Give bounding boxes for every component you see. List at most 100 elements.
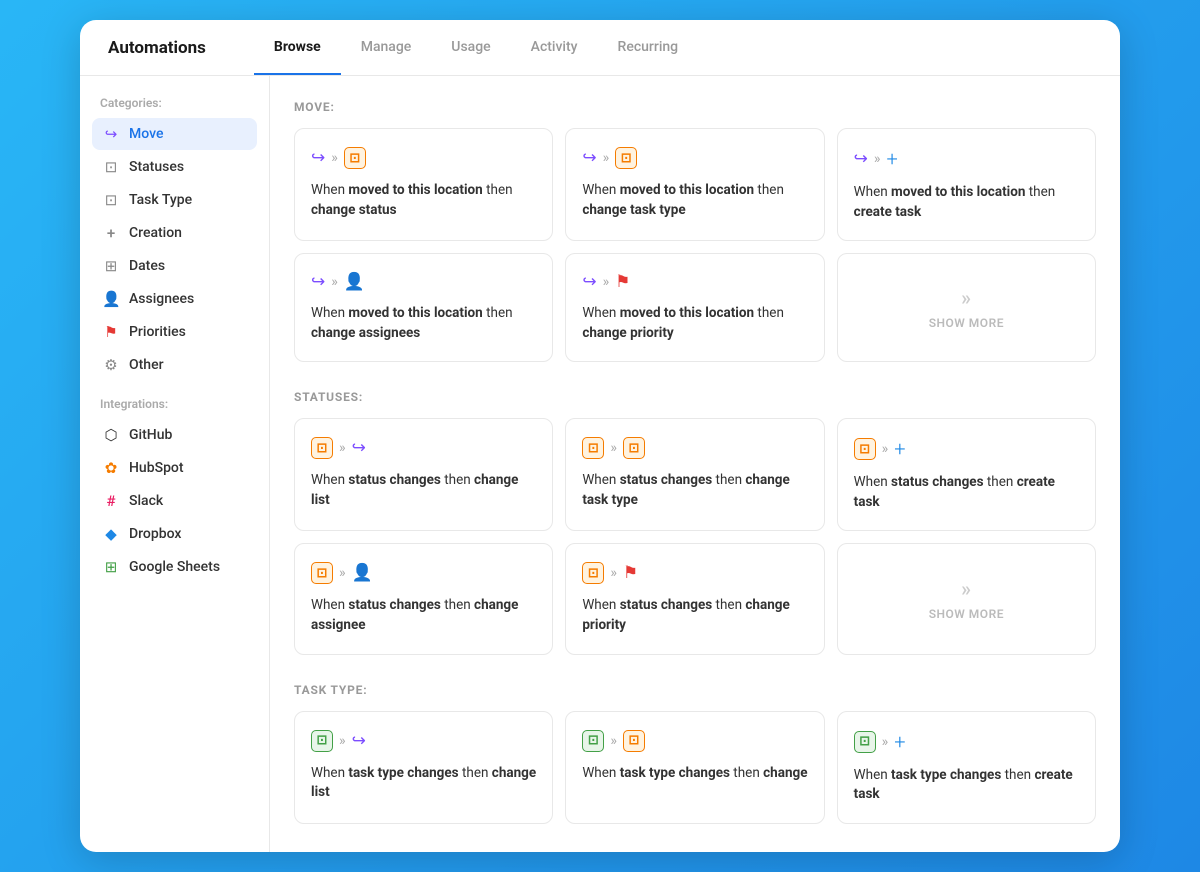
sidebar-item-tasktype[interactable]: ⊡ Task Type <box>92 184 257 216</box>
body: Categories: ↪ Move ⊡ Statuses ⊡ Task Typ… <box>80 76 1120 852</box>
main-content: MOVE: ↪ » ⊡ When moved to this location … <box>270 76 1120 852</box>
card-tasktype-create[interactable]: ⊡ » + When task type changes then create… <box>837 711 1096 824</box>
tab-manage[interactable]: Manage <box>341 21 432 75</box>
card-tasktype-change[interactable]: ⊡ » ⊡ When task type changes then change <box>565 711 824 824</box>
status-from-icon: ⊡ <box>582 562 604 584</box>
sidebar-creation-label: Creation <box>129 225 182 241</box>
card-icons: ↪ » ⊡ <box>311 147 536 169</box>
slack-icon: # <box>102 492 120 510</box>
tab-usage[interactable]: Usage <box>431 21 510 75</box>
tasktype-grid: ⊡ » ↪ When task type changes then change… <box>294 711 1096 824</box>
card-icons: ↪ » 👤 <box>311 272 536 292</box>
sidebar-item-slack[interactable]: # Slack <box>92 485 257 517</box>
sidebar-item-dates[interactable]: ⊞ Dates <box>92 250 257 282</box>
sidebar-gsheets-label: Google Sheets <box>129 559 220 575</box>
sidebar-item-creation[interactable]: + Creation <box>92 217 257 249</box>
card-text: When status changes then change list <box>311 471 536 510</box>
tab-activity[interactable]: Activity <box>511 21 598 75</box>
card-move-assignee[interactable]: ↪ » 👤 When moved to this location then c… <box>294 253 553 362</box>
arrow-icon: ↪ <box>854 149 868 169</box>
github-icon: ⬡ <box>102 426 120 444</box>
show-more-label: SHOW MORE <box>929 316 1004 330</box>
chevron-icon: » <box>339 440 346 456</box>
tasktype-icon: ⊡ <box>623 437 645 459</box>
section-title-statuses: STATUSES: <box>294 390 1096 404</box>
assignee-icon: 👤 <box>344 272 365 292</box>
tasktype-to-icon: ⊡ <box>623 730 645 752</box>
sidebar-item-assignees[interactable]: 👤 Assignees <box>92 283 257 315</box>
card-status-tasktype[interactable]: ⊡ » ⊡ When status changes then change ta… <box>565 418 824 531</box>
tasktype-icon: ⊡ <box>615 147 637 169</box>
status-from-icon: ⊡ <box>311 562 333 584</box>
status-from-icon: ⊡ <box>311 437 333 459</box>
other-icon: ⚙ <box>102 356 120 374</box>
status-show-more[interactable]: » SHOW MORE <box>837 543 1096 654</box>
statuses-grid: ⊡ » ↪ When status changes then change li… <box>294 418 1096 654</box>
card-icons: ↪ » ⊡ <box>582 147 807 169</box>
dropbox-icon: ◆ <box>102 525 120 543</box>
list-icon: ↪ <box>352 438 366 458</box>
assignee-icon: 👤 <box>352 563 373 583</box>
sidebar: Categories: ↪ Move ⊡ Statuses ⊡ Task Typ… <box>80 76 270 852</box>
assignees-icon: 👤 <box>102 290 120 308</box>
card-text: When moved to this location then change … <box>582 304 807 343</box>
chevron-icon: » <box>603 150 610 166</box>
sidebar-dropbox-label: Dropbox <box>129 526 181 542</box>
integrations-label: Integrations: <box>92 397 257 411</box>
card-move-priority[interactable]: ↪ » ⚑ When moved to this location then c… <box>565 253 824 362</box>
flag-icon: ⚑ <box>623 563 638 583</box>
card-text: When status changes then change task typ… <box>582 471 807 510</box>
sidebar-item-github[interactable]: ⬡ GitHub <box>92 419 257 451</box>
app-title: Automations <box>108 38 206 58</box>
sidebar-item-hubspot[interactable]: ✿ HubSpot <box>92 452 257 484</box>
plus-icon: + <box>894 437 905 461</box>
section-title-move: MOVE: <box>294 100 1096 114</box>
chevron-icon: » <box>339 733 346 749</box>
card-icons: ⊡ » + <box>854 437 1079 461</box>
chevron-icon: » <box>331 274 338 290</box>
chevron-icon: » <box>610 565 617 581</box>
tab-recurring[interactable]: Recurring <box>598 21 699 75</box>
card-icons: ⊡ » ↪ <box>311 437 536 459</box>
sidebar-tasktype-label: Task Type <box>129 192 192 208</box>
sidebar-item-move[interactable]: ↪ Move <box>92 118 257 150</box>
card-status-list[interactable]: ⊡ » ↪ When status changes then change li… <box>294 418 553 531</box>
tasktype-from-icon: ⊡ <box>854 731 876 753</box>
chevron-icon: » <box>610 440 617 456</box>
card-text: When task type changes then change list <box>311 764 536 803</box>
tasktype-icon: ⊡ <box>102 191 120 209</box>
move-show-more[interactable]: » SHOW MORE <box>837 253 1096 362</box>
sidebar-item-other[interactable]: ⚙ Other <box>92 349 257 381</box>
categories-label: Categories: <box>92 96 257 110</box>
sidebar-item-statuses[interactable]: ⊡ Statuses <box>92 151 257 183</box>
card-status-assignee[interactable]: ⊡ » 👤 When status changes then change as… <box>294 543 553 654</box>
sidebar-assignees-label: Assignees <box>129 291 194 307</box>
move-grid: ↪ » ⊡ When moved to this location then c… <box>294 128 1096 362</box>
status-from-icon: ⊡ <box>854 438 876 460</box>
tasktype-from-icon: ⊡ <box>582 730 604 752</box>
card-text: When status changes then change assignee <box>311 596 536 635</box>
card-move-create[interactable]: ↪ » + When moved to this location then c… <box>837 128 1096 241</box>
status-from-icon: ⊡ <box>582 437 604 459</box>
show-more-label: SHOW MORE <box>929 607 1004 621</box>
card-status-create[interactable]: ⊡ » + When status changes then create ta… <box>837 418 1096 531</box>
sidebar-item-dropbox[interactable]: ◆ Dropbox <box>92 518 257 550</box>
sidebar-statuses-label: Statuses <box>129 159 184 175</box>
sidebar-item-gsheets[interactable]: ⊞ Google Sheets <box>92 551 257 583</box>
header: Automations Browse Manage Usage Activity… <box>80 20 1120 76</box>
card-status-priority[interactable]: ⊡ » ⚑ When status changes then change pr… <box>565 543 824 654</box>
sidebar-other-label: Other <box>129 357 164 373</box>
card-move-tasktype[interactable]: ↪ » ⊡ When moved to this location then c… <box>565 128 824 241</box>
tab-bar: Browse Manage Usage Activity Recurring <box>254 21 698 75</box>
plus-icon: + <box>894 730 905 754</box>
tab-browse[interactable]: Browse <box>254 21 341 75</box>
sidebar-item-priorities[interactable]: ⚑ Priorities <box>92 316 257 348</box>
card-tasktype-list[interactable]: ⊡ » ↪ When task type changes then change… <box>294 711 553 824</box>
card-move-status[interactable]: ↪ » ⊡ When moved to this location then c… <box>294 128 553 241</box>
card-icons: ⊡ » ⊡ <box>582 437 807 459</box>
card-text: When moved to this location then change … <box>311 304 536 343</box>
arrow-icon: ↪ <box>311 272 325 292</box>
chevron-icon: » <box>331 150 338 166</box>
sidebar-github-label: GitHub <box>129 427 172 443</box>
tasktype-from-icon: ⊡ <box>311 730 333 752</box>
